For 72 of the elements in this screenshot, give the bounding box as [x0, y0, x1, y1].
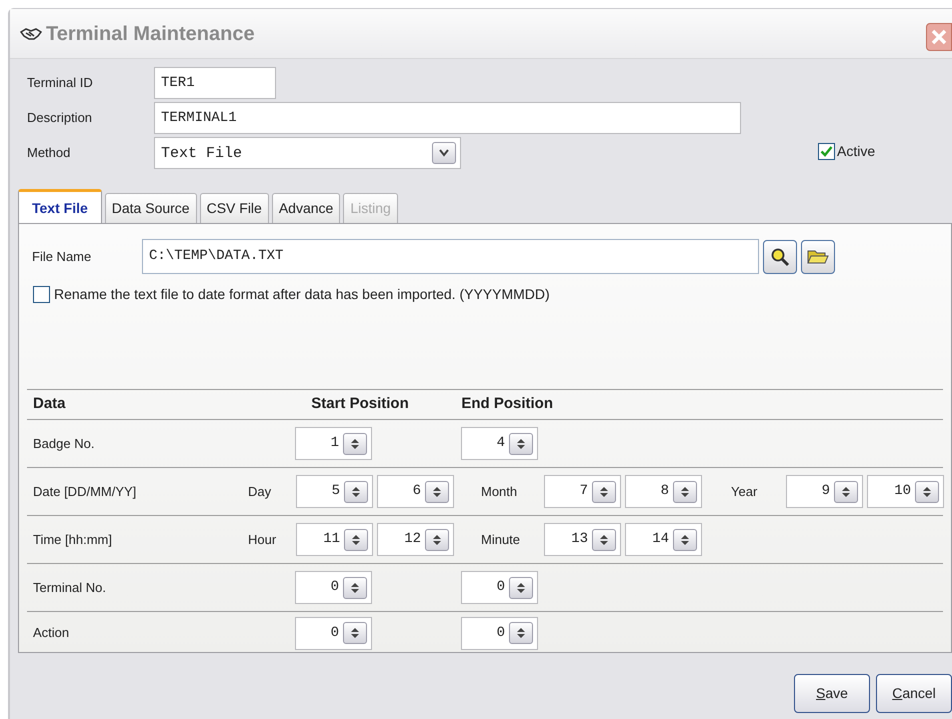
segment-label: Minute: [481, 530, 522, 549]
up-down-arrows-icon: [344, 528, 368, 550]
terminal-id-field[interactable]: TER1: [154, 67, 276, 99]
close-button[interactable]: [926, 23, 952, 51]
field-label: Terminal ID: [27, 74, 94, 92]
up-down-arrows-icon: [673, 528, 697, 550]
spinner-field[interactable]: 0: [295, 571, 372, 604]
column-header: Start Position: [310, 394, 410, 414]
spinner-field[interactable]: 6: [377, 475, 454, 508]
up-down-arrows-icon: [343, 576, 367, 598]
up-down-arrows-icon: [344, 480, 368, 502]
spinner-field[interactable]: 9: [786, 475, 863, 508]
up-down-arrows-icon: [915, 480, 939, 502]
segment-label: Year: [731, 482, 758, 501]
description-field[interactable]: TERMINAL1: [154, 102, 741, 134]
search-button[interactable]: [763, 240, 797, 274]
search-icon: [770, 246, 790, 266]
dialog-button[interactable]: Save: [794, 674, 870, 713]
row-label: Date [DD/MM/YY]: [32, 482, 138, 501]
up-down-arrows-icon: [509, 576, 533, 598]
segment-label: Day: [248, 482, 272, 501]
segment-label: Month: [481, 482, 518, 501]
checkbox-label: Rename the text file to date format after data has been imported. (YYYYMMDD): [54, 285, 550, 304]
spinner-field[interactable]: 11: [296, 523, 373, 556]
up-down-arrows-icon: [343, 432, 367, 454]
field-label: Method: [27, 144, 72, 162]
tab[interactable]: Data Source: [104, 193, 197, 223]
spinner-field[interactable]: 10: [867, 475, 944, 508]
up-down-arrows-icon: [343, 622, 367, 644]
spinner-field[interactable]: 12: [377, 523, 454, 556]
segment-label: Hour: [248, 530, 278, 549]
close-icon: [930, 28, 948, 46]
column-header: End Position: [460, 394, 553, 414]
up-down-arrows-icon: [592, 528, 616, 550]
checkbox[interactable]: [818, 143, 835, 160]
handshake-icon: [20, 26, 42, 40]
up-down-arrows-icon: [509, 622, 533, 644]
up-down-arrows-icon: [673, 480, 697, 502]
file-name-field[interactable]: C:\TEMP\DATA.TXT: [142, 239, 759, 274]
up-down-arrows-icon: [425, 480, 449, 502]
row-label: Action: [32, 624, 70, 642]
column-header: Data: [32, 394, 67, 414]
spinner-field[interactable]: 0: [461, 616, 538, 650]
tab[interactable]: Advance: [272, 193, 340, 223]
spinner-field[interactable]: 14: [625, 523, 702, 556]
method-dropdown[interactable]: Text File: [154, 137, 461, 169]
folder-icon: [807, 248, 829, 266]
up-down-arrows-icon: [592, 480, 616, 502]
field-label: File Name: [32, 248, 92, 266]
dialog-button[interactable]: Cancel: [876, 674, 952, 713]
row-label: Terminal No.: [32, 578, 107, 597]
open-folder-button[interactable]: [801, 240, 835, 274]
spinner-field[interactable]: 1: [295, 427, 372, 460]
checkbox-label: Active: [837, 142, 876, 161]
spinner-field[interactable]: 5: [296, 475, 373, 508]
spinner-field[interactable]: 0: [295, 616, 372, 650]
up-down-arrows-icon: [834, 480, 858, 502]
spinner-field[interactable]: 8: [625, 475, 702, 508]
tab[interactable]: CSV File: [200, 193, 269, 223]
up-down-arrows-icon: [425, 528, 449, 550]
row-label: Time [hh:mm]: [32, 530, 113, 549]
up-down-arrows-icon: [509, 432, 533, 454]
tab[interactable]: Text File: [18, 189, 102, 224]
spinner-field[interactable]: 7: [544, 475, 621, 508]
spinner-field[interactable]: 4: [461, 427, 538, 460]
row-label: Badge No.: [32, 434, 96, 453]
field-label: Description: [27, 109, 94, 128]
window-title: Terminal Maintenance: [46, 22, 255, 46]
dropdown-caret-icon: [432, 142, 456, 164]
spinner-field[interactable]: 13: [544, 523, 621, 556]
checkbox[interactable]: [33, 286, 50, 303]
spinner-field[interactable]: 0: [461, 571, 538, 604]
